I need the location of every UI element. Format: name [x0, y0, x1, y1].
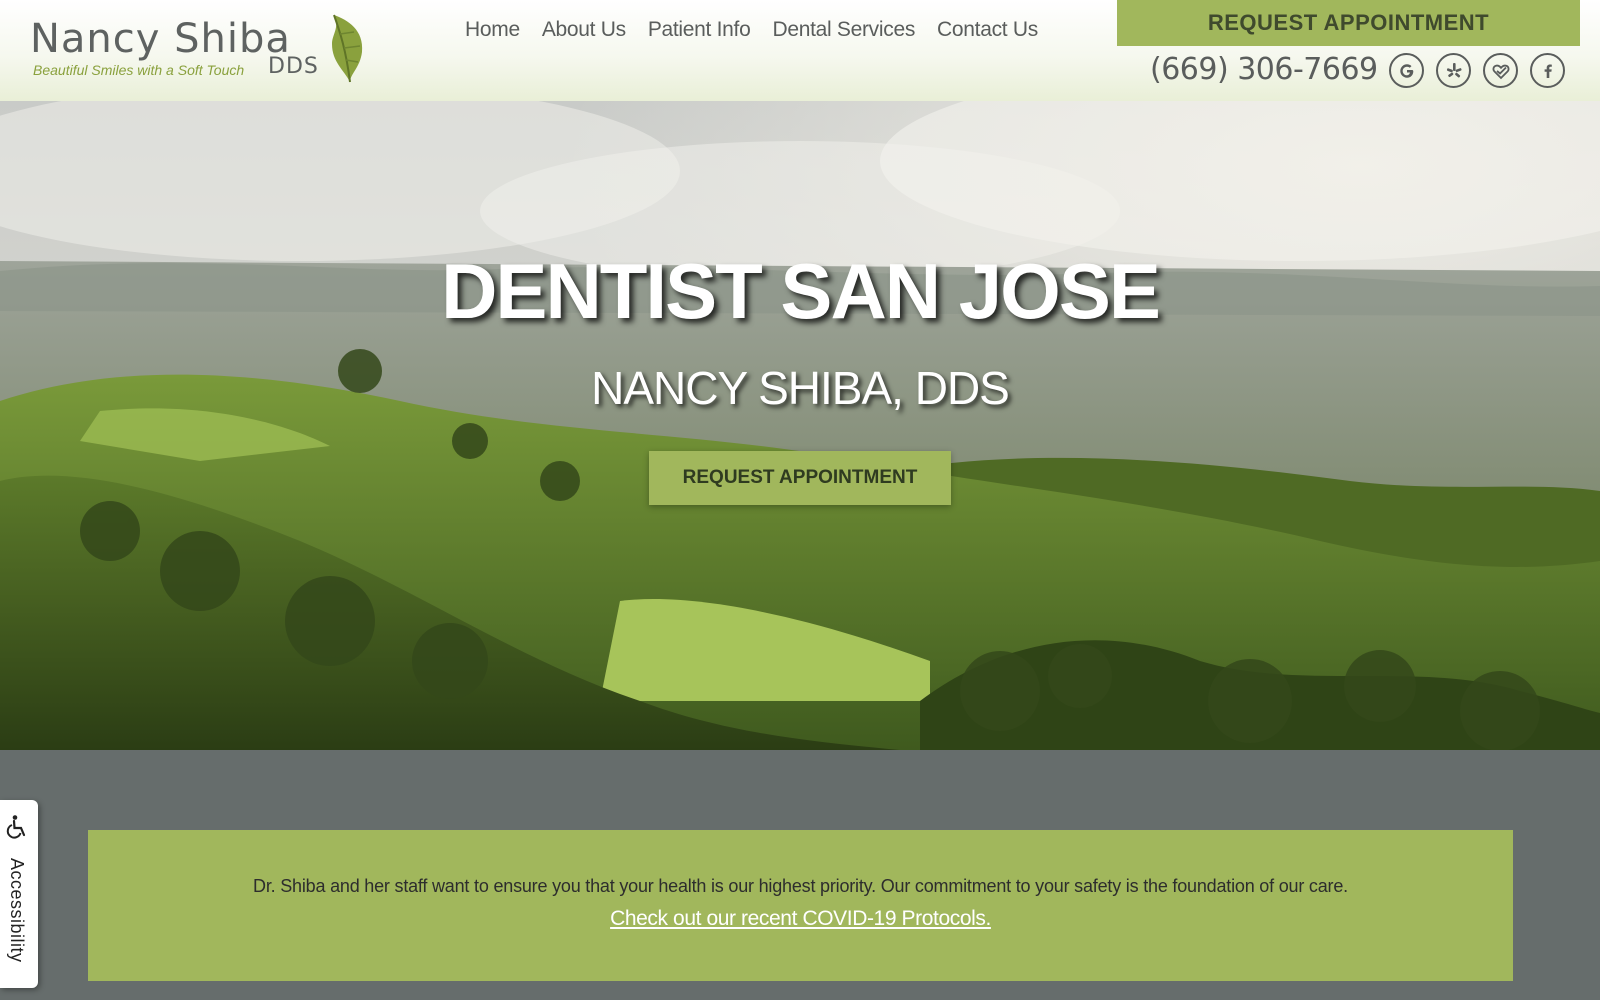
hero-background-image	[0, 101, 1600, 750]
nav-patient-info[interactable]: Patient Info	[648, 14, 751, 46]
hero-subtitle: NANCY SHIBA, DDS	[591, 362, 1010, 414]
nav-about-us[interactable]: About Us	[542, 14, 626, 46]
site-header: Nancy Shiba Beautiful Smiles with a Soft…	[0, 0, 1600, 101]
nav-contact-us[interactable]: Contact Us	[937, 14, 1038, 46]
accessibility-label: Accessibility	[7, 858, 27, 963]
nav-home[interactable]: Home	[465, 14, 520, 46]
facebook-icon[interactable]	[1530, 53, 1565, 88]
logo-name: Nancy Shiba	[30, 16, 291, 62]
hero-section: DENTIST SAN JOSE NANCY SHIBA, DDS REQUES…	[0, 101, 1600, 750]
notice-text: Dr. Shiba and her staff want to ensure y…	[253, 876, 1348, 896]
google-icon[interactable]	[1389, 53, 1424, 88]
header-request-appointment-button[interactable]: REQUEST APPOINTMENT	[1117, 0, 1580, 46]
yelp-icon[interactable]	[1436, 53, 1471, 88]
covid-notice: Dr. Shiba and her staff want to ensure y…	[88, 830, 1513, 981]
social-links	[1389, 53, 1565, 88]
hero-title: DENTIST SAN JOSE	[441, 247, 1161, 335]
logo-tagline: Beautiful Smiles with a Soft Touch	[33, 62, 245, 78]
logo[interactable]: Nancy Shiba Beautiful Smiles with a Soft…	[30, 10, 363, 90]
healthgrades-icon[interactable]	[1483, 53, 1518, 88]
covid-protocols-link[interactable]: Check out our recent COVID-19 Protocols.	[88, 907, 1513, 931]
wheelchair-icon	[6, 815, 26, 839]
hero-request-appointment-button[interactable]: REQUEST APPOINTMENT	[649, 451, 951, 505]
leaf-icon	[332, 14, 363, 83]
nav-dental-services[interactable]: Dental Services	[772, 14, 915, 46]
main-nav: Home About Us Patient Info Dental Servic…	[465, 14, 1038, 46]
phone-number[interactable]: (669) 306-7669	[1150, 52, 1378, 87]
logo-suffix: DDS	[268, 54, 319, 79]
accessibility-tab[interactable]: Accessibility	[0, 800, 38, 988]
